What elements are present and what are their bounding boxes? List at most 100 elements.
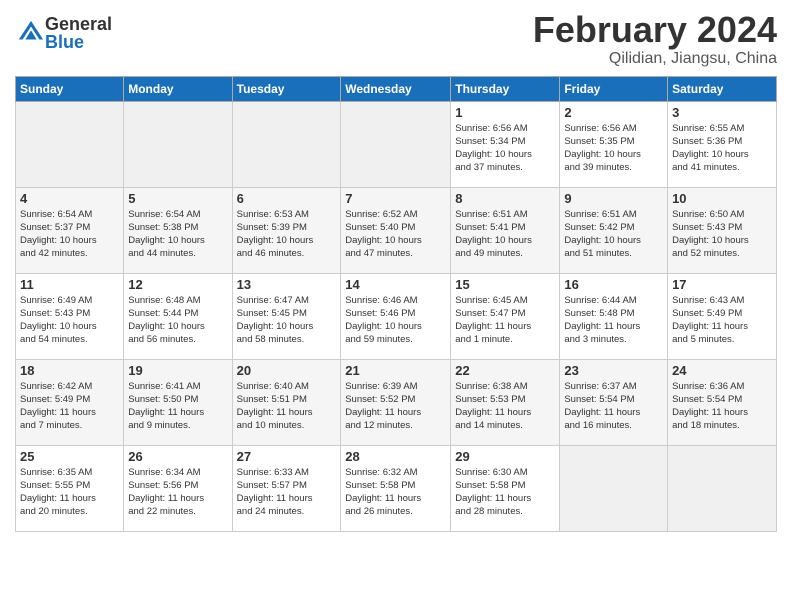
day-number: 27 [237, 449, 337, 464]
day-info: Sunrise: 6:46 AM Sunset: 5:46 PM Dayligh… [345, 294, 446, 347]
day-info: Sunrise: 6:45 AM Sunset: 5:47 PM Dayligh… [455, 294, 555, 347]
header: General Blue February 2024 Qilidian, Jia… [15, 10, 777, 68]
day-number: 8 [455, 191, 555, 206]
day-number: 20 [237, 363, 337, 378]
day-number: 4 [20, 191, 119, 206]
table-row: 16 Sunrise: 6:44 AM Sunset: 5:48 PM Dayli… [560, 273, 668, 359]
table-row: 20 Sunrise: 6:40 AM Sunset: 5:51 PM Dayli… [232, 359, 341, 445]
location: Qilidian, Jiangsu, China [533, 50, 777, 68]
week-row-0: 1 Sunrise: 6:56 AM Sunset: 5:34 PM Daylig… [16, 101, 777, 187]
table-row: 25Sunrise: 6:35 AM Sunset: 5:55 PM Dayli… [16, 445, 124, 531]
day-number: 24 [672, 363, 772, 378]
col-wednesday: Wednesday [341, 76, 451, 101]
table-row: 4 Sunrise: 6:54 AM Sunset: 5:37 PM Daylig… [16, 187, 124, 273]
day-info: Sunrise: 6:50 AM Sunset: 5:43 PM Dayligh… [672, 208, 772, 261]
day-info: Sunrise: 6:49 AM Sunset: 5:43 PM Dayligh… [20, 294, 119, 347]
col-tuesday: Tuesday [232, 76, 341, 101]
day-number: 15 [455, 277, 555, 292]
table-row: 29 Sunrise: 6:30 AM Sunset: 5:58 PM Dayli… [451, 445, 560, 531]
day-info: Sunrise: 6:41 AM Sunset: 5:50 PM Dayligh… [128, 380, 227, 433]
day-info: Sunrise: 6:30 AM Sunset: 5:58 PM Dayligh… [455, 466, 555, 519]
table-row: 10Sunrise: 6:50 AM Sunset: 5:43 PM Dayli… [668, 187, 777, 273]
table-row: 18 Sunrise: 6:42 AM Sunset: 5:49 PM Dayli… [16, 359, 124, 445]
day-info: Sunrise: 6:48 AM Sunset: 5:44 PM Dayligh… [128, 294, 227, 347]
logo-general: General [45, 15, 112, 33]
week-row-1: 4 Sunrise: 6:54 AM Sunset: 5:37 PM Daylig… [16, 187, 777, 273]
table-row [232, 101, 341, 187]
day-info: Sunrise: 6:56 AM Sunset: 5:34 PM Dayligh… [455, 122, 555, 175]
col-monday: Monday [124, 76, 232, 101]
col-sunday: Sunday [16, 76, 124, 101]
calendar-body: 1 Sunrise: 6:56 AM Sunset: 5:34 PM Daylig… [16, 101, 777, 531]
day-info: Sunrise: 6:47 AM Sunset: 5:45 PM Dayligh… [237, 294, 337, 347]
calendar-table: Sunday Monday Tuesday Wednesday Thursday… [15, 76, 777, 532]
day-number: 18 [20, 363, 119, 378]
day-info: Sunrise: 6:54 AM Sunset: 5:38 PM Dayligh… [128, 208, 227, 261]
day-number: 2 [564, 105, 663, 120]
table-row: 1 Sunrise: 6:56 AM Sunset: 5:34 PM Daylig… [451, 101, 560, 187]
table-row: 3 Sunrise: 6:55 AM Sunset: 5:36 PM Daylig… [668, 101, 777, 187]
day-info: Sunrise: 6:33 AM Sunset: 5:57 PM Dayligh… [237, 466, 337, 519]
day-number: 21 [345, 363, 446, 378]
day-info: Sunrise: 6:55 AM Sunset: 5:36 PM Dayligh… [672, 122, 772, 175]
col-saturday: Saturday [668, 76, 777, 101]
day-info: Sunrise: 6:52 AM Sunset: 5:40 PM Dayligh… [345, 208, 446, 261]
week-row-3: 18 Sunrise: 6:42 AM Sunset: 5:49 PM Dayli… [16, 359, 777, 445]
day-number: 9 [564, 191, 663, 206]
title-section: February 2024 Qilidian, Jiangsu, China [533, 10, 777, 68]
table-row: 13 Sunrise: 6:47 AM Sunset: 5:45 PM Dayli… [232, 273, 341, 359]
day-number: 23 [564, 363, 663, 378]
week-row-4: 25Sunrise: 6:35 AM Sunset: 5:55 PM Dayli… [16, 445, 777, 531]
table-row [124, 101, 232, 187]
day-number: 25 [20, 449, 119, 464]
day-number: 6 [237, 191, 337, 206]
main-container: General Blue February 2024 Qilidian, Jia… [0, 0, 792, 537]
table-row: 28 Sunrise: 6:32 AM Sunset: 5:58 PM Dayli… [341, 445, 451, 531]
month-title: February 2024 [533, 10, 777, 50]
day-number: 16 [564, 277, 663, 292]
day-info: Sunrise: 6:36 AM Sunset: 5:54 PM Dayligh… [672, 380, 772, 433]
day-number: 17 [672, 277, 772, 292]
table-row [341, 101, 451, 187]
day-info: Sunrise: 6:32 AM Sunset: 5:58 PM Dayligh… [345, 466, 446, 519]
day-number: 29 [455, 449, 555, 464]
table-row: 2 Sunrise: 6:56 AM Sunset: 5:35 PM Daylig… [560, 101, 668, 187]
day-number: 1 [455, 105, 555, 120]
day-info: Sunrise: 6:51 AM Sunset: 5:42 PM Dayligh… [564, 208, 663, 261]
day-number: 3 [672, 105, 772, 120]
day-number: 28 [345, 449, 446, 464]
day-info: Sunrise: 6:54 AM Sunset: 5:37 PM Dayligh… [20, 208, 119, 261]
day-number: 12 [128, 277, 227, 292]
week-row-2: 11Sunrise: 6:49 AM Sunset: 5:43 PM Dayli… [16, 273, 777, 359]
logo-icon [17, 19, 45, 47]
col-friday: Friday [560, 76, 668, 101]
day-number: 22 [455, 363, 555, 378]
logo-blue: Blue [45, 33, 112, 51]
table-row: 12 Sunrise: 6:48 AM Sunset: 5:44 PM Dayli… [124, 273, 232, 359]
day-number: 5 [128, 191, 227, 206]
day-info: Sunrise: 6:40 AM Sunset: 5:51 PM Dayligh… [237, 380, 337, 433]
day-info: Sunrise: 6:43 AM Sunset: 5:49 PM Dayligh… [672, 294, 772, 347]
table-row: 23Sunrise: 6:37 AM Sunset: 5:54 PM Dayli… [560, 359, 668, 445]
day-info: Sunrise: 6:51 AM Sunset: 5:41 PM Dayligh… [455, 208, 555, 261]
table-row: 22Sunrise: 6:38 AM Sunset: 5:53 PM Dayli… [451, 359, 560, 445]
table-row: 5 Sunrise: 6:54 AM Sunset: 5:38 PM Daylig… [124, 187, 232, 273]
table-row: 26Sunrise: 6:34 AM Sunset: 5:56 PM Dayli… [124, 445, 232, 531]
day-info: Sunrise: 6:44 AM Sunset: 5:48 PM Dayligh… [564, 294, 663, 347]
logo-text: General Blue [45, 15, 112, 51]
table-row: 7Sunrise: 6:52 AM Sunset: 5:40 PM Daylig… [341, 187, 451, 273]
table-row [16, 101, 124, 187]
day-info: Sunrise: 6:42 AM Sunset: 5:49 PM Dayligh… [20, 380, 119, 433]
col-thursday: Thursday [451, 76, 560, 101]
table-row [668, 445, 777, 531]
day-number: 14 [345, 277, 446, 292]
day-info: Sunrise: 6:56 AM Sunset: 5:35 PM Dayligh… [564, 122, 663, 175]
day-info: Sunrise: 6:39 AM Sunset: 5:52 PM Dayligh… [345, 380, 446, 433]
table-row: 6Sunrise: 6:53 AM Sunset: 5:39 PM Daylig… [232, 187, 341, 273]
table-row: 15 Sunrise: 6:45 AM Sunset: 5:47 PM Dayli… [451, 273, 560, 359]
day-number: 13 [237, 277, 337, 292]
table-row: 21 Sunrise: 6:39 AM Sunset: 5:52 PM Dayli… [341, 359, 451, 445]
table-row: 17 Sunrise: 6:43 AM Sunset: 5:49 PM Dayli… [668, 273, 777, 359]
table-row: 27 Sunrise: 6:33 AM Sunset: 5:57 PM Dayli… [232, 445, 341, 531]
table-row: 19Sunrise: 6:41 AM Sunset: 5:50 PM Dayli… [124, 359, 232, 445]
